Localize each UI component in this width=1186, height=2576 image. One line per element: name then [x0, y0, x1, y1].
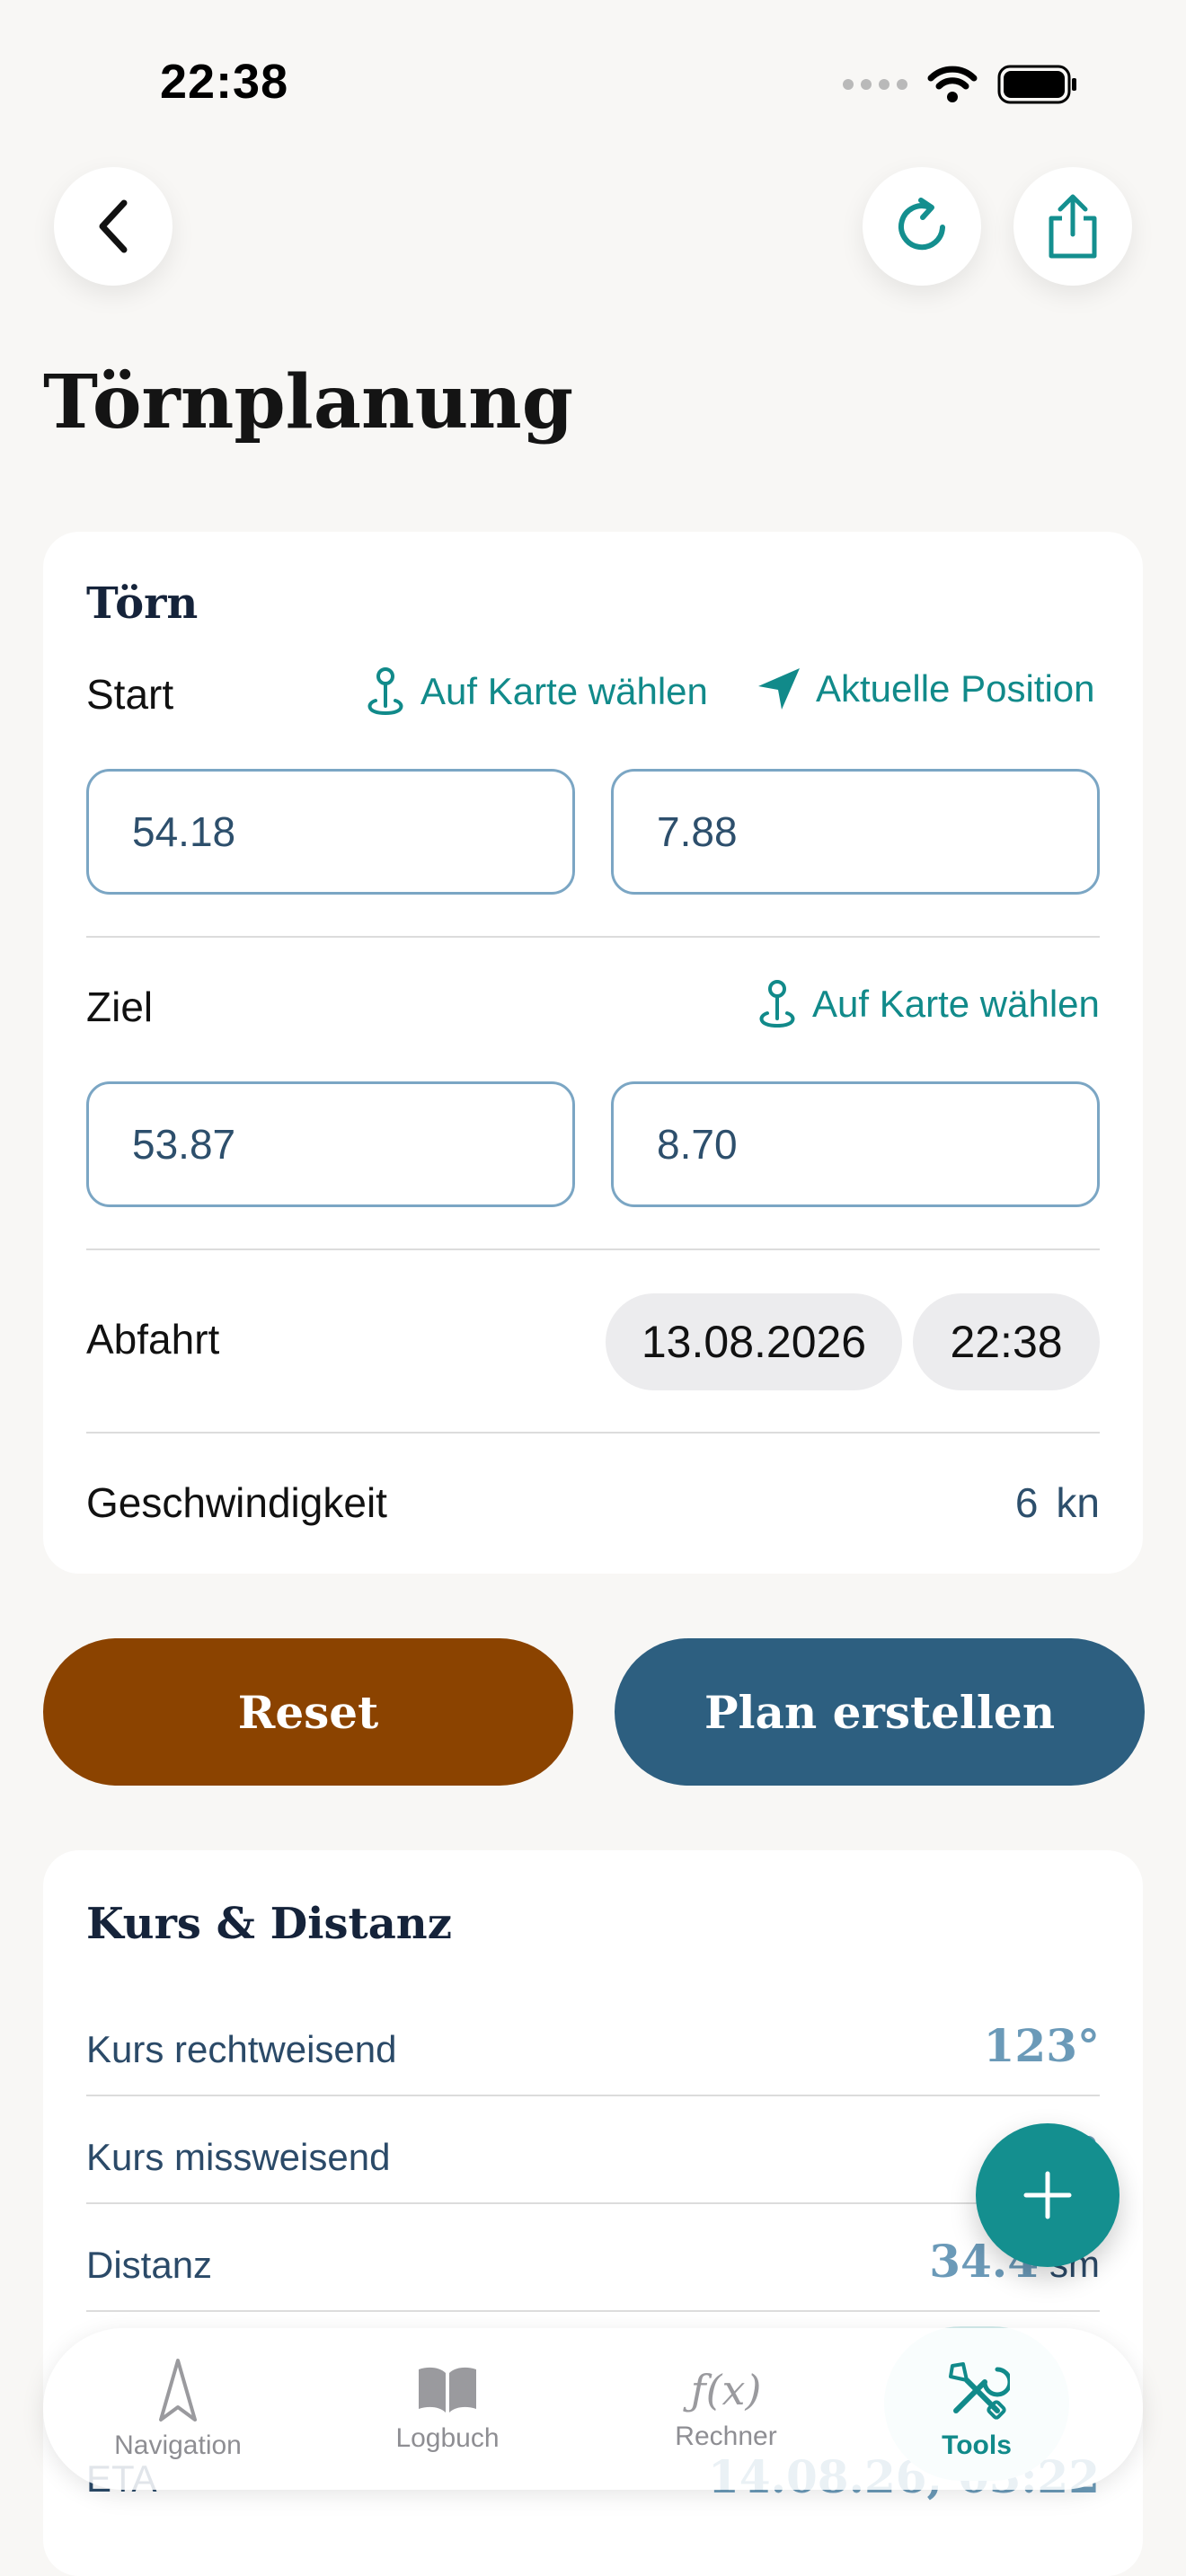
- refresh-icon: [898, 198, 945, 251]
- share-icon: [1049, 194, 1097, 259]
- departure-label: Abfahrt: [86, 1316, 220, 1363]
- status-time: 22:38: [160, 55, 289, 109]
- tab-bar: Navigation Logbuch ƒ(x) Rechner Tools: [43, 2328, 1143, 2490]
- start-longitude-field[interactable]: 7.88: [611, 769, 1100, 895]
- book-icon: [419, 2367, 476, 2413]
- share-button[interactable]: [1013, 167, 1132, 286]
- divider: [86, 2095, 1100, 2096]
- wifi-icon: [927, 66, 978, 102]
- tab-tools[interactable]: Tools: [884, 2328, 1069, 2490]
- destination-pick-on-map-link[interactable]: Auf Karte wählen: [755, 977, 1100, 1031]
- reset-button[interactable]: Reset: [43, 1638, 573, 1786]
- create-plan-button[interactable]: Plan erstellen: [615, 1638, 1145, 1786]
- divider: [86, 2310, 1100, 2312]
- tab-logbuch-label: Logbuch: [395, 2423, 500, 2453]
- navigation-arrow-icon: [159, 2359, 197, 2422]
- page-title: Törnplanung: [43, 359, 574, 446]
- tab-rechner-label: Rechner: [675, 2422, 777, 2451]
- map-pin-icon: [759, 980, 795, 1028]
- current-position-label: Aktuelle Position: [816, 667, 1095, 710]
- toern-card-title: Törn: [86, 578, 199, 629]
- tab-navigation-label: Navigation: [114, 2430, 242, 2460]
- destination-pick-on-map-label: Auf Karte wählen: [812, 983, 1100, 1025]
- chevron-left-icon: [99, 199, 128, 253]
- tab-logbuch[interactable]: Logbuch: [358, 2328, 537, 2490]
- destination-label: Ziel: [86, 984, 154, 1030]
- departure-date-picker[interactable]: 13.08.2026: [606, 1293, 902, 1390]
- add-button[interactable]: [976, 2123, 1120, 2267]
- speed-unit: kn: [1056, 1479, 1100, 1526]
- course-magnetic-label: Kurs missweisend: [86, 2136, 391, 2178]
- tab-tools-label: Tools: [942, 2430, 1012, 2460]
- location-arrow-icon: [758, 668, 800, 710]
- start-latitude-field[interactable]: 54.18: [86, 769, 575, 895]
- speed-stepper[interactable]: 6 kn: [1015, 1478, 1100, 1527]
- function-icon: ƒ(x): [690, 2366, 762, 2414]
- course-true-value: 123°: [983, 2019, 1100, 2072]
- start-label: Start: [86, 671, 174, 718]
- tab-navigation[interactable]: Navigation: [79, 2328, 277, 2490]
- destination-latitude-field[interactable]: 53.87: [86, 1081, 575, 1207]
- speed-value: 6: [1014, 1479, 1039, 1526]
- destination-longitude-field[interactable]: 8.70: [611, 1081, 1100, 1207]
- divider: [86, 1248, 1100, 1250]
- battery-icon: [997, 65, 1076, 104]
- status-icons: [843, 65, 1078, 104]
- current-position-link[interactable]: Aktuelle Position: [755, 665, 1095, 713]
- plus-icon: [1023, 2171, 1072, 2219]
- toern-card: Törn Start Auf Karte wählen Aktuelle Pos…: [43, 532, 1143, 1574]
- start-pick-on-map-link[interactable]: Auf Karte wählen: [363, 665, 708, 719]
- course-card-title: Kurs & Distanz: [86, 1899, 452, 1949]
- map-pin-icon: [367, 667, 403, 716]
- divider: [86, 936, 1100, 938]
- back-button[interactable]: [54, 167, 173, 286]
- refresh-button[interactable]: [863, 167, 981, 286]
- start-pick-on-map-label: Auf Karte wählen: [420, 670, 708, 712]
- divider: [86, 2202, 1100, 2204]
- course-true-label: Kurs rechtweisend: [86, 2028, 397, 2070]
- tab-rechner[interactable]: ƒ(x) Rechner: [636, 2328, 816, 2490]
- distance-label: Distanz: [86, 2244, 213, 2286]
- tools-icon: [949, 2362, 1010, 2420]
- divider: [86, 1432, 1100, 1434]
- departure-time-picker[interactable]: 22:38: [913, 1293, 1100, 1390]
- speed-label: Geschwindigkeit: [86, 1479, 387, 1526]
- signal-dots-icon: [843, 79, 907, 90]
